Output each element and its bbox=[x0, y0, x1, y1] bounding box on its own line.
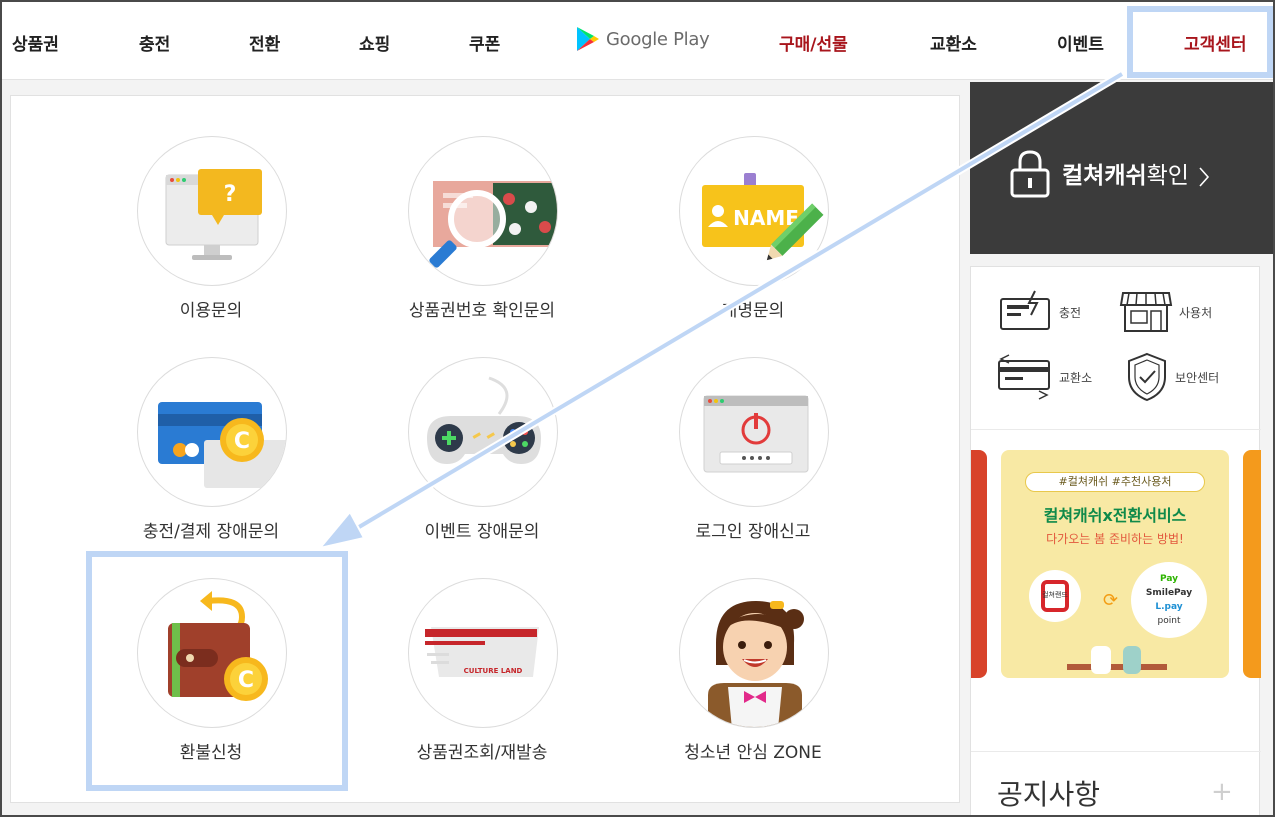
google-play-icon bbox=[577, 27, 599, 51]
highlight-refund-request bbox=[86, 551, 348, 791]
quick-link-label: 보안센터 bbox=[1175, 370, 1220, 385]
sidebar-panel: 충전 사용처 교환소 보안센터 #컬쳐캐쉬 #추천사용처 컬쳐캐쉬x전환서비스 … bbox=[970, 266, 1261, 815]
browser-frame: 상품권 충전 전환 쇼핑 쿠폰 Google Play 구매/선물 교환소 이벤… bbox=[0, 0, 1275, 817]
quick-link-label: 교환소 bbox=[1059, 370, 1093, 385]
nav-coupon[interactable]: 쿠폰 bbox=[469, 30, 500, 55]
tile-event-issue[interactable]: 이벤트 장애문의 bbox=[352, 357, 612, 557]
tile-name-change-inquiry[interactable]: NAME 개명문의 bbox=[623, 136, 883, 336]
couple-bench-illustration bbox=[1067, 646, 1167, 678]
nav-convert[interactable]: 전환 bbox=[249, 30, 280, 55]
tile-label: 상품권번호 확인문의 bbox=[408, 301, 556, 321]
tile-voucher-lookup-resend[interactable]: CULTURE LAND 상품권조회/재발송 bbox=[352, 578, 612, 778]
tile-login-issue-report[interactable]: 로그인 장애신고 bbox=[623, 357, 883, 557]
tile-label: 로그인 장애신고 bbox=[695, 522, 811, 542]
tile-label: 상품권조회/재발송 bbox=[416, 743, 548, 763]
tile-label: 이용문의 bbox=[179, 301, 243, 321]
card-coin-icon: C bbox=[137, 357, 287, 507]
divider bbox=[971, 429, 1261, 430]
quick-link-label: 사용처 bbox=[1179, 305, 1213, 320]
banner-title: 컬쳐캐쉬x전환서비스 bbox=[1043, 506, 1187, 525]
banner-coin-circle: 컬쳐랜드 bbox=[1029, 570, 1081, 622]
exchange-cards-icon bbox=[998, 354, 1050, 400]
culture-cash-check-rest: 확인 bbox=[1146, 163, 1189, 189]
tile-charge-payment-issue[interactable]: C 충전/결제 장애문의 bbox=[81, 357, 341, 557]
brand-npay: Pay bbox=[1159, 574, 1179, 584]
tile-label: 청소년 안심 ZONE bbox=[684, 743, 822, 763]
notice-title: 공지사항 bbox=[997, 778, 1101, 811]
svg-text:C: C bbox=[234, 429, 250, 454]
nav-charge[interactable]: 충전 bbox=[139, 30, 170, 55]
tile-youth-safe-zone[interactable]: 청소년 안심 ZONE bbox=[623, 578, 883, 778]
divider bbox=[971, 751, 1261, 752]
svg-text:?: ? bbox=[224, 182, 237, 207]
google-play-label: Google Play bbox=[606, 28, 710, 50]
quick-link-stores[interactable]: 사용처 bbox=[1119, 289, 1212, 335]
culture-cash-check-label: 컬쳐캐쉬확인 bbox=[1062, 156, 1210, 190]
tile-label: 개명문의 bbox=[721, 301, 785, 321]
culture-cash-check-bold: 컬쳐캐쉬 bbox=[1062, 163, 1147, 189]
banner-tag: #컬쳐캐쉬 #추천사용처 bbox=[1025, 472, 1205, 492]
quick-link-exchange[interactable]: 교환소 bbox=[995, 351, 1092, 403]
culture-cash-check-button[interactable]: 컬쳐캐쉬확인 bbox=[970, 82, 1273, 254]
quick-link-label: 충전 bbox=[1059, 305, 1082, 320]
exchange-arrows-icon: ⟳ bbox=[1103, 590, 1119, 611]
nav-google-play[interactable]: Google Play bbox=[576, 26, 710, 52]
browser-power-icon bbox=[679, 357, 829, 507]
name-tag-text: NAME bbox=[733, 206, 799, 230]
brand-hpoint: point bbox=[1157, 616, 1181, 626]
nav-purchase-gift[interactable]: 구매/선물 bbox=[779, 30, 848, 55]
banner-brands-circle: Pay SmilePay L.pay point bbox=[1131, 562, 1207, 638]
shield-check-icon bbox=[1128, 352, 1166, 402]
notice-more-button[interactable]: + bbox=[1211, 777, 1233, 807]
tile-voucher-number-inquiry[interactable]: 상품권번호 확인문의 bbox=[352, 136, 612, 336]
highlight-customer-center bbox=[1127, 6, 1273, 78]
chevron-right-icon bbox=[1199, 166, 1210, 187]
tile-usage-inquiry[interactable]: ? 이용문의 bbox=[81, 136, 341, 336]
nav-exchange[interactable]: 교환소 bbox=[930, 30, 977, 55]
nav-gift-card[interactable]: 상품권 bbox=[12, 30, 59, 55]
brand-smilepay: SmilePay bbox=[1145, 588, 1193, 598]
top-navigation: 상품권 충전 전환 쇼핑 쿠폰 Google Play 구매/선물 교환소 이벤… bbox=[2, 2, 1273, 80]
nav-shopping[interactable]: 쇼핑 bbox=[359, 30, 390, 55]
quick-link-charge[interactable]: 충전 bbox=[999, 289, 1081, 335]
quick-link-security-center[interactable]: 보안센터 bbox=[1125, 351, 1219, 403]
charge-machine-icon bbox=[1000, 290, 1050, 330]
promo-banner[interactable]: #컬쳐캐쉬 #추천사용처 컬쳐캐쉬x전환서비스 다가오는 봄 준비하는 방법! … bbox=[1001, 450, 1229, 678]
banner-coin-label: 컬쳐랜드 bbox=[1042, 591, 1068, 599]
tile-label: 충전/결제 장애문의 bbox=[142, 522, 280, 542]
brand-lpay: L.pay bbox=[1155, 602, 1183, 612]
nav-event[interactable]: 이벤트 bbox=[1057, 30, 1104, 55]
banner-subtitle: 다가오는 봄 준비하는 방법! bbox=[1046, 532, 1184, 546]
gamepad-icon bbox=[408, 357, 558, 507]
name-tag-pencil-icon: NAME bbox=[679, 136, 829, 286]
lock-icon bbox=[1010, 150, 1050, 198]
carousel-prev-slide bbox=[971, 450, 987, 678]
culture-land-card-icon: CULTURE LAND bbox=[408, 578, 558, 728]
girl-character-icon bbox=[679, 578, 829, 728]
culture-land-logo-text: CULTURE LAND bbox=[464, 667, 523, 675]
carousel-next-slide bbox=[1243, 450, 1261, 678]
voucher-magnifier-icon bbox=[408, 136, 558, 286]
monitor-question-icon: ? bbox=[137, 136, 287, 286]
tile-label: 이벤트 장애문의 bbox=[424, 522, 540, 542]
store-icon bbox=[1119, 292, 1173, 332]
